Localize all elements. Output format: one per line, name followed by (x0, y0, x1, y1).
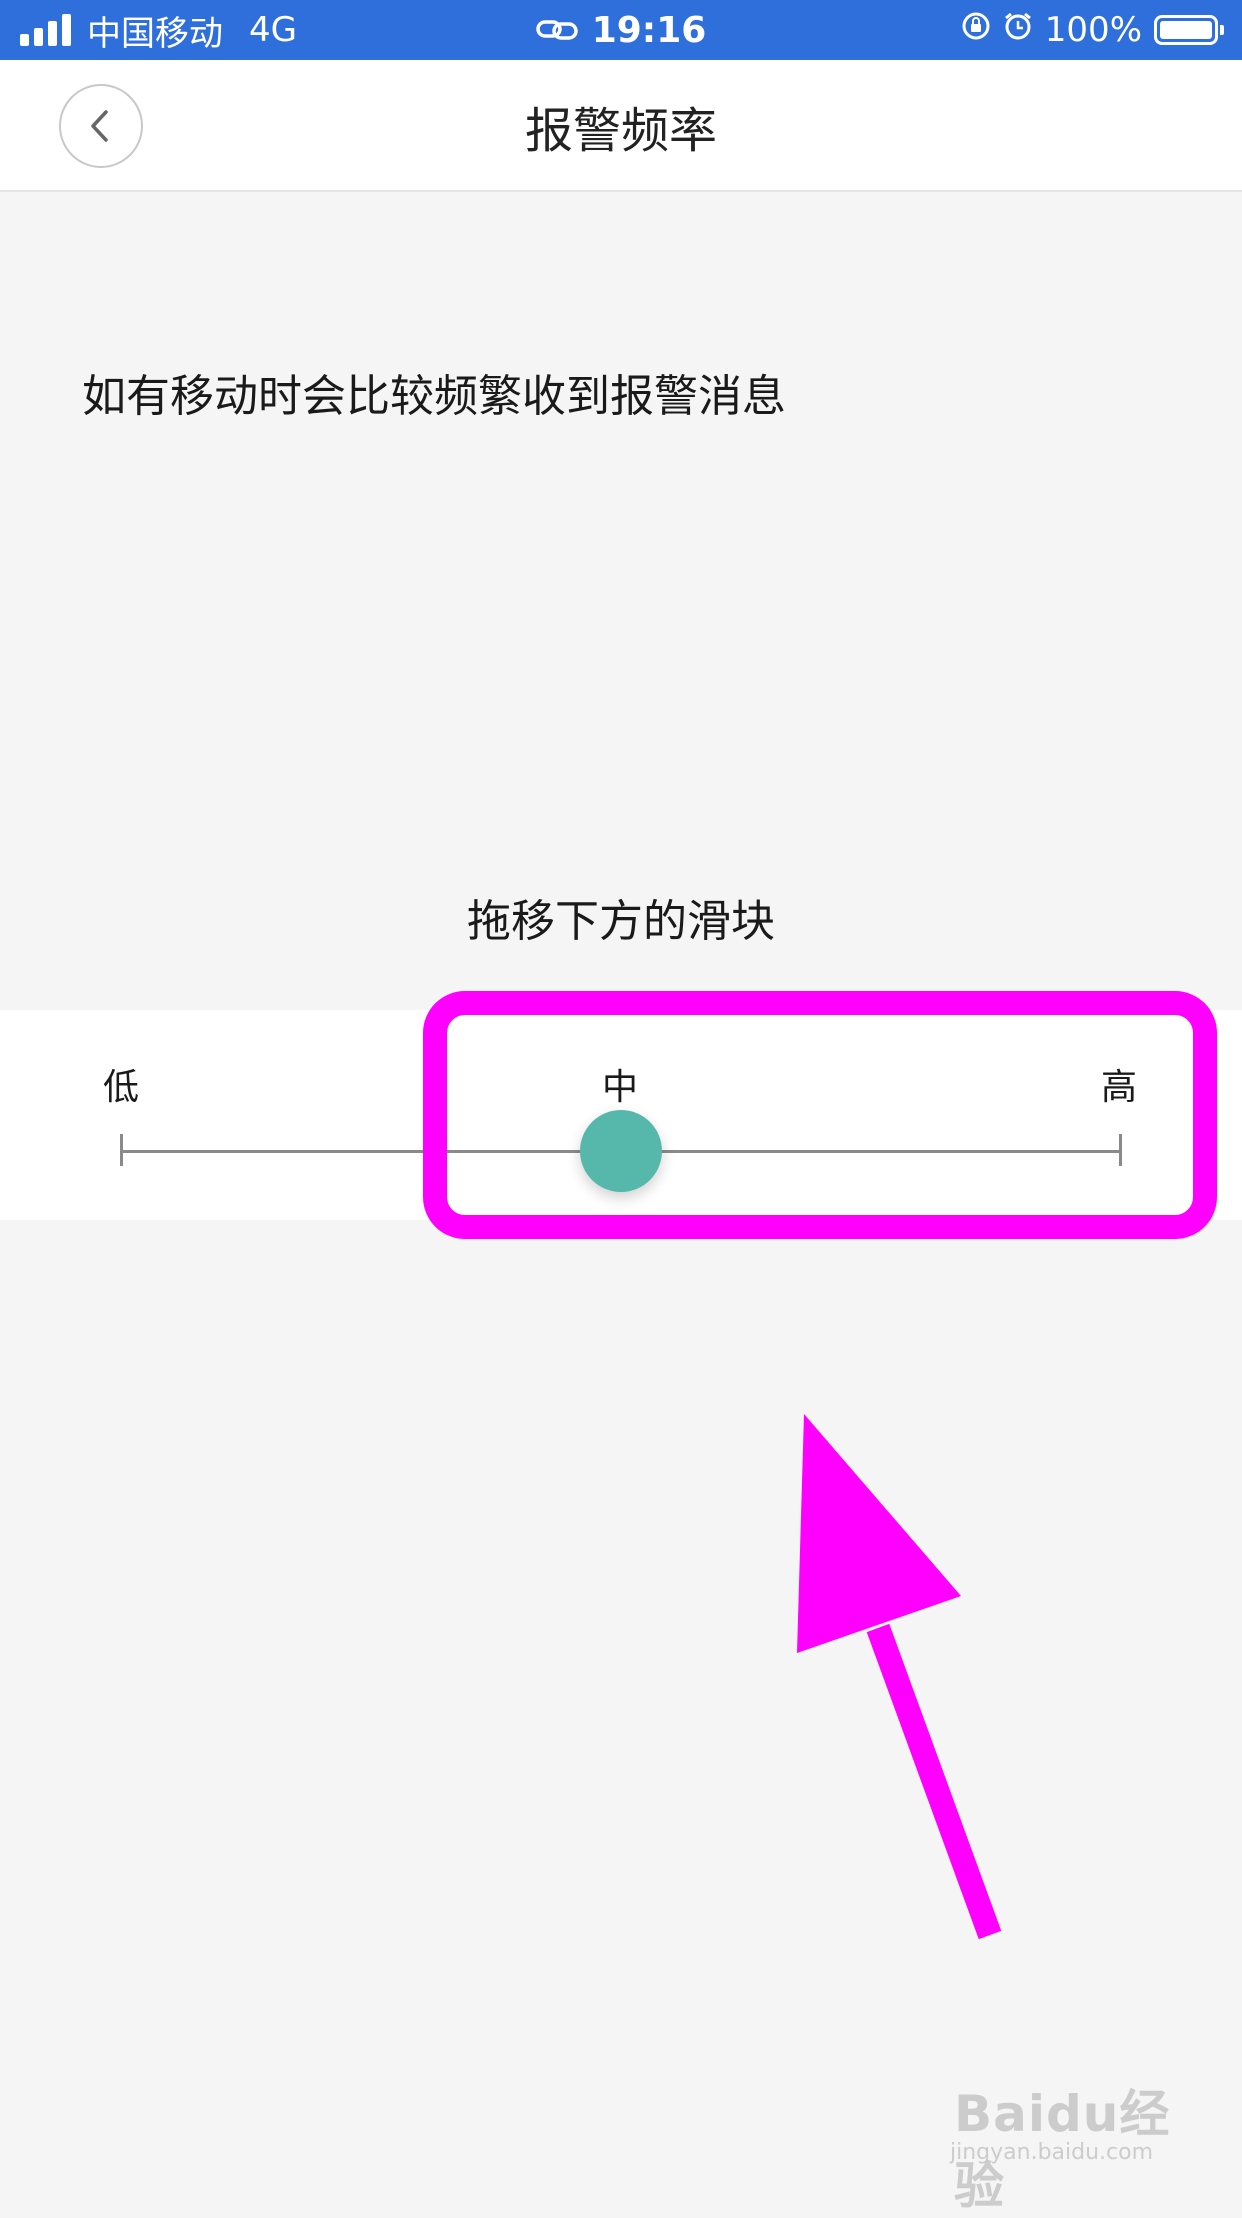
page-title: 报警频率 (524, 103, 717, 159)
network-type: 4G (249, 10, 297, 50)
alarm-icon (1003, 10, 1033, 50)
rotation-lock-icon (961, 10, 991, 50)
battery-percent: 100% (1044, 10, 1142, 50)
watermark-url: jingyan.baidu.com (950, 2140, 1154, 2165)
chevron-left-icon (91, 110, 108, 142)
highlight-box-annotation (423, 991, 1217, 1239)
nav-bar: 报警频率 (0, 60, 1242, 192)
carrier-name: 中国移动 (87, 13, 223, 54)
battery-icon (1154, 15, 1224, 45)
signal-icon (20, 14, 71, 46)
description-text: 如有移动时会比较频繁收到报警消息 (82, 371, 786, 422)
clock: 19:16 (591, 9, 707, 51)
status-left: 中国移动 4G (20, 0, 297, 60)
status-right: 100% (961, 0, 1224, 60)
back-button[interactable] (59, 84, 143, 168)
instruction-text: 拖移下方的滑块 (467, 896, 775, 947)
level-label-low: 低 (102, 1067, 140, 1108)
watermark: Baidu经验 jingyan.baidu.com (950, 2068, 1190, 2215)
link-icon (535, 17, 578, 43)
status-bar: 中国移动 4G 19:16 100% (0, 0, 1242, 60)
slider-tick-low (120, 1134, 123, 1166)
